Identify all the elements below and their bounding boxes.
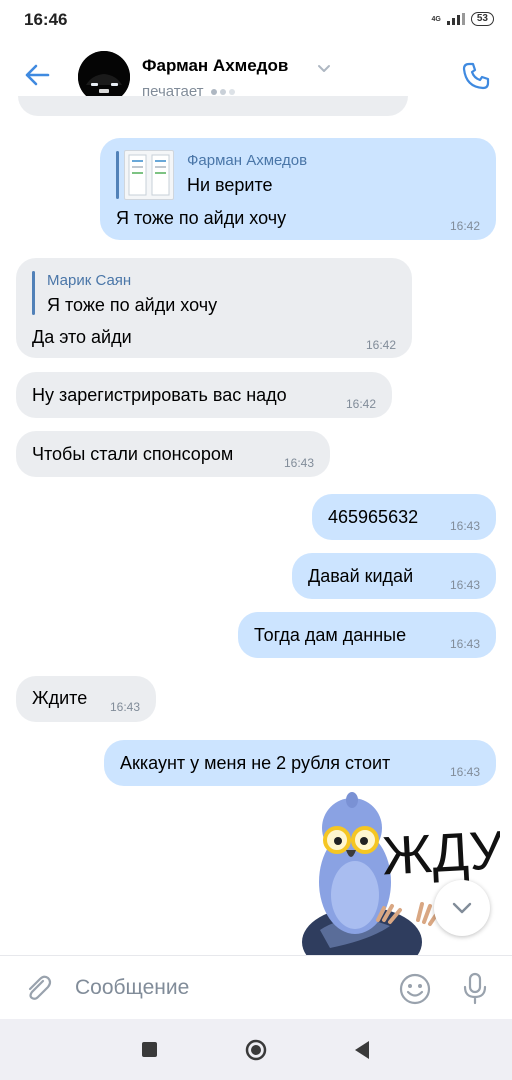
- sticker-caption: ЖДУ: [381, 820, 500, 886]
- message-bubble-outgoing[interactable]: 465965632 16:43: [312, 494, 496, 540]
- message-text: Ждите: [32, 688, 88, 708]
- recent-apps-button[interactable]: [142, 1042, 157, 1057]
- message-time: 16:43: [283, 456, 314, 470]
- message-bubble-incoming[interactable]: Ждите 16:43: [16, 676, 156, 722]
- message-bubble-incoming[interactable]: Ну зарегистрировать вас надо 16:42: [16, 372, 392, 418]
- battery-level: 53: [470, 12, 494, 26]
- reply-quote-bar: [116, 151, 119, 199]
- reply-text: Я тоже по айди хочу: [47, 295, 218, 315]
- message-bubble-outgoing[interactable]: Тогда дам данные 16:43: [238, 612, 496, 658]
- status-time: 16:46: [24, 10, 68, 29]
- message-input[interactable]: Сообщение: [75, 976, 189, 1000]
- system-navigation-bar: [0, 1019, 512, 1080]
- reply-thumbnail: [124, 150, 174, 200]
- message-time: 16:43: [109, 700, 140, 714]
- reply-author: Фарман Ахмедов: [187, 152, 308, 169]
- message-text: Давай кидай: [308, 566, 414, 586]
- message-bubble-outgoing[interactable]: Фарман Ахмедов Ни верите Я тоже по айди …: [100, 138, 496, 240]
- scroll-down-button[interactable]: [434, 880, 490, 936]
- message-text: Аккаунт у меня не 2 рубля стоит: [120, 753, 391, 773]
- phone-icon[interactable]: [460, 60, 492, 92]
- message-time: 16:42: [449, 219, 480, 233]
- paperclip-icon[interactable]: [22, 972, 54, 1004]
- reply-text: Ни верите: [187, 175, 273, 195]
- message-text: Я тоже по айди хочу: [116, 208, 287, 228]
- message-time: 16:43: [449, 578, 480, 592]
- message-composer: Сообщение: [0, 955, 512, 1020]
- message-time: 16:43: [449, 519, 480, 533]
- message-text: Тогда дам данные: [254, 625, 407, 645]
- scroll-down-icon: [452, 902, 472, 914]
- typing-dots: [210, 88, 235, 95]
- message-time: 16:43: [449, 765, 480, 779]
- chevron-down-icon[interactable]: [316, 62, 332, 74]
- message-text: Да это айди: [32, 327, 132, 347]
- microphone-icon[interactable]: [460, 971, 490, 1005]
- reply-thumbnail-image: [128, 154, 170, 196]
- message-bubble-outgoing[interactable]: Давай кидай 16:43: [292, 553, 496, 599]
- network-type: 4G: [431, 15, 441, 23]
- message-text: Ну зарегистрировать вас надо: [32, 385, 287, 405]
- home-button[interactable]: [245, 1039, 267, 1061]
- message-time: 16:42: [345, 397, 376, 411]
- status-indicators: 4G 53: [432, 12, 494, 26]
- message-bubble-outgoing[interactable]: Аккаунт у меня не 2 рубля стоит 16:43: [104, 740, 496, 786]
- message-bubble-incoming[interactable]: Чтобы стали спонсором 16:43: [16, 431, 330, 477]
- network-indicator: 4G: [432, 16, 441, 23]
- signal-icon: [446, 13, 465, 25]
- message-time: 16:42: [365, 338, 396, 352]
- emoji-icon[interactable]: [398, 972, 432, 1006]
- contact-name[interactable]: Фарман Ахмедов: [142, 56, 288, 76]
- status-bar: 16:46 4G 53: [0, 0, 512, 40]
- message-time: 16:43: [449, 637, 480, 651]
- reply-author: Марик Саян: [47, 272, 132, 289]
- reply-quote-bar: [32, 271, 35, 315]
- system-back-button[interactable]: [354, 1040, 370, 1060]
- message-text: 465965632: [328, 507, 419, 527]
- previous-message-edge: [18, 96, 408, 116]
- message-text: Чтобы стали спонсором: [32, 444, 234, 464]
- message-bubble-incoming[interactable]: Марик Саян Я тоже по айди хочу Да это ай…: [16, 258, 412, 358]
- back-arrow-icon[interactable]: [22, 60, 52, 90]
